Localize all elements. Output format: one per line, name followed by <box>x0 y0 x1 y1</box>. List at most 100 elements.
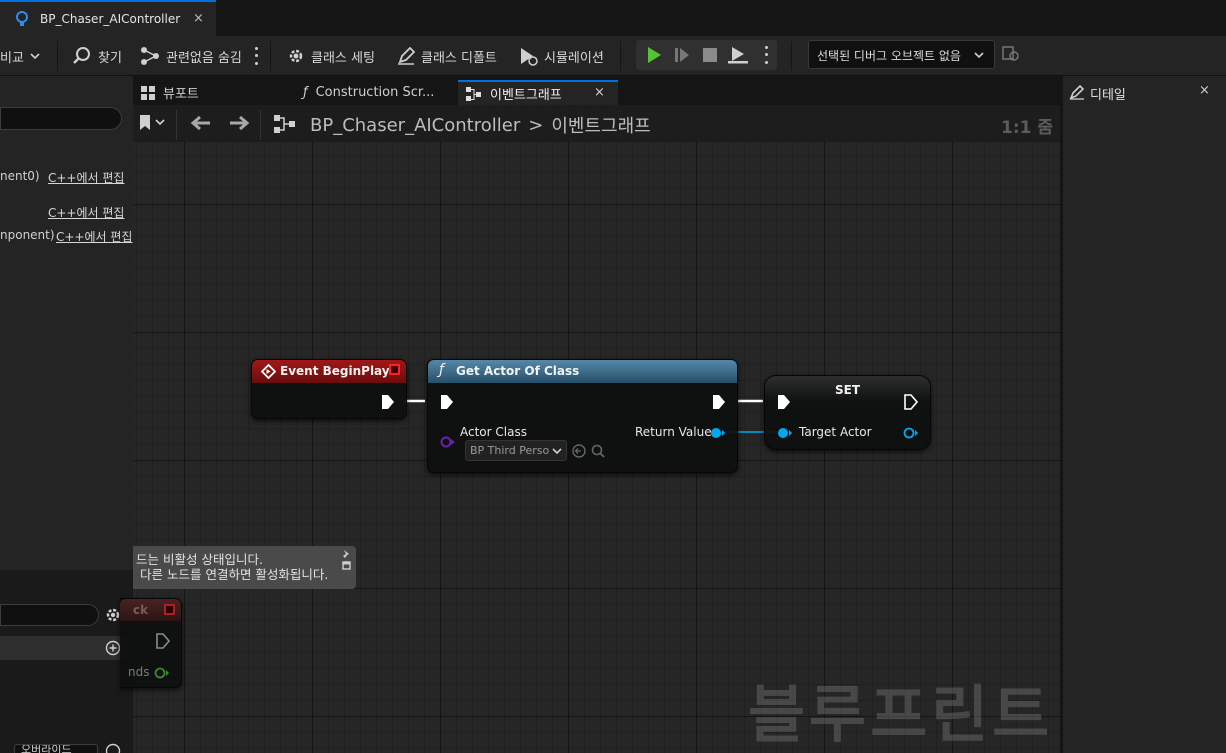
bookmark-button[interactable] <box>139 115 165 130</box>
node-title: Get Actor Of Class <box>456 364 580 378</box>
chevron-down-icon <box>974 52 984 59</box>
class-defaults-button[interactable]: 클래스 디폴트 <box>397 36 497 76</box>
exec-in-pin-icon[interactable] <box>777 394 791 410</box>
diff-label: 비교 <box>0 50 24 66</box>
class-pin-icon[interactable] <box>440 435 456 449</box>
simulate-icon <box>521 48 538 66</box>
gear-icon <box>289 49 303 63</box>
pin-icon[interactable] <box>341 549 351 573</box>
blueprint-icon <box>16 11 28 26</box>
more-options-icon[interactable] <box>253 45 259 67</box>
node-title: ck <box>133 603 149 617</box>
find-icon <box>73 47 90 64</box>
separator <box>620 41 621 71</box>
edit-in-cpp-link[interactable]: C++에서 편집 <box>48 204 124 221</box>
diff-button[interactable]: 비교 <box>0 36 40 76</box>
class-settings-label: 클래스 세팅 <box>311 50 375 66</box>
my-blueprint-search-input[interactable] <box>0 604 99 626</box>
chevron-down-icon <box>155 119 165 126</box>
function-icon: ƒ <box>303 85 308 100</box>
object-pin-icon[interactable] <box>777 426 793 440</box>
simulation-label: 시뮬레이션 <box>544 50 604 66</box>
hide-unrelated-button[interactable]: 관련없음 숨김 <box>140 36 242 76</box>
component-row[interactable]: nponent) <box>0 228 55 246</box>
exec-in-pin-icon[interactable] <box>440 394 454 410</box>
main-toolbar: 비교 찾기 관련없음 숨김 클래스 세팅 클래스 디폴트 시뮬레이션 <box>0 36 1226 76</box>
breadcrumb-root[interactable]: BP_Chaser_AIController <box>310 115 520 136</box>
back-arrow-icon[interactable] <box>190 115 212 131</box>
components-search-input[interactable] <box>0 107 122 130</box>
actor-class-value: BP Third Perso <box>470 444 550 457</box>
stop-button[interactable] <box>696 40 724 70</box>
close-icon[interactable]: × <box>1199 83 1210 98</box>
event-graph-icon <box>274 115 295 133</box>
float-out-pin-icon[interactable] <box>154 666 170 680</box>
close-icon[interactable]: × <box>594 85 605 100</box>
close-icon[interactable]: × <box>193 11 204 26</box>
browse-search-icon[interactable] <box>591 444 605 458</box>
tab-construction-script[interactable]: ƒ Construction Scr... <box>295 80 455 105</box>
nodes-icon <box>141 47 159 65</box>
chevron-down-icon <box>30 52 40 59</box>
override-select[interactable]: 오버라이드 <box>14 744 98 753</box>
notice-line-2: 다른 노드를 연결하면 활성화됩니다. <box>140 567 329 582</box>
add-icon[interactable] <box>105 743 121 753</box>
object-pin-icon[interactable] <box>710 426 726 440</box>
step-icon <box>675 48 689 62</box>
node-event-begin-play[interactable]: Event BeginPlay <box>251 359 407 419</box>
use-selected-icon[interactable] <box>572 444 586 458</box>
pencil-icon <box>1069 84 1085 100</box>
delegate-pin-icon[interactable] <box>389 364 400 375</box>
class-settings-button[interactable]: 클래스 세팅 <box>287 36 375 76</box>
pin-label: nds <box>128 665 150 679</box>
tab-viewport-label: 뷰포트 <box>163 87 199 102</box>
event-icon <box>261 364 276 379</box>
document-tab-title: BP_Chaser_AIController <box>40 12 181 26</box>
node-get-actor-of-class[interactable]: ƒ Get Actor Of Class Actor Class BP Thir… <box>427 359 738 473</box>
tab-viewport[interactable]: 뷰포트 <box>133 80 293 105</box>
breadcrumb: BP_Chaser_AIController > 이벤트그래프 <box>310 112 651 138</box>
exec-out-pin-icon[interactable] <box>156 633 170 649</box>
simulation-button[interactable]: 시뮬레이션 <box>518 36 604 76</box>
stop-icon <box>703 48 717 62</box>
exec-out-pin-icon[interactable] <box>381 394 395 410</box>
bookmark-icon <box>140 115 150 130</box>
my-blueprint-panel <box>0 570 133 753</box>
node-disabled-partial[interactable]: ck nds <box>120 598 182 688</box>
node-header: Event BeginPlay <box>252 360 406 383</box>
node-set-target-actor[interactable]: SET Target Actor <box>764 375 931 450</box>
component-row[interactable]: nent0) <box>0 169 40 187</box>
node-header: ƒ Get Actor Of Class <box>428 360 737 383</box>
add-icon[interactable] <box>105 640 121 656</box>
step-button[interactable] <box>668 40 696 70</box>
pin-label-target-actor: Target Actor <box>799 425 872 439</box>
exec-out-pin-icon[interactable] <box>904 394 918 410</box>
forward-arrow-icon[interactable] <box>228 115 250 131</box>
debug-filter-icon[interactable] <box>1002 45 1020 63</box>
viewport-icon <box>141 85 155 100</box>
find-button[interactable]: 찾기 <box>72 36 122 76</box>
details-panel <box>1063 76 1226 753</box>
separator <box>791 41 792 71</box>
zoom-level: 1:1 줌 <box>1001 118 1054 138</box>
document-tab[interactable]: BP_Chaser_AIController × <box>0 0 216 36</box>
edit-in-cpp-link[interactable]: C++에서 편집 <box>56 228 132 245</box>
override-select-label: 오버라이드 <box>21 744 72 753</box>
tab-event-graph[interactable]: 이벤트그래프 × <box>458 80 618 105</box>
delegate-pin-icon[interactable] <box>164 604 175 615</box>
play-button[interactable] <box>640 40 668 70</box>
eject-button[interactable] <box>724 40 752 70</box>
edit-in-cpp-link[interactable]: C++에서 편집 <box>48 169 124 186</box>
pin-label-return-value: Return Value <box>635 425 712 439</box>
find-label: 찾기 <box>98 50 122 66</box>
exec-out-pin-icon[interactable] <box>712 394 726 410</box>
breadcrumb-current[interactable]: 이벤트그래프 <box>551 112 650 138</box>
tab-details[interactable]: 디테일 × <box>1063 80 1226 105</box>
component-name: nponent) <box>0 228 55 242</box>
component-name: nent0) <box>0 169 40 183</box>
actor-class-select[interactable]: BP Third Perso <box>465 440 567 461</box>
debug-object-select[interactable]: 선택된 디버그 오브젝트 없음 <box>808 40 995 69</box>
object-out-pin-icon[interactable] <box>903 426 919 440</box>
pin-label-actor-class: Actor Class <box>460 425 527 439</box>
play-options-icon[interactable] <box>763 44 769 66</box>
